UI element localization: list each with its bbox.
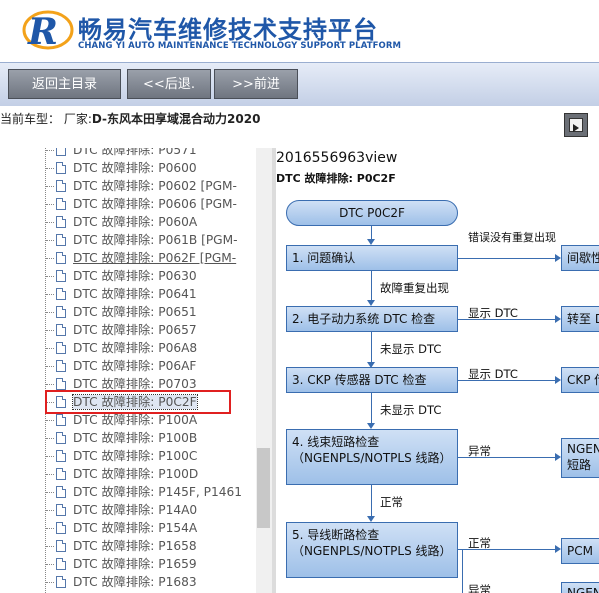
document-icon [56,414,66,426]
document-title: DTC 故障排除: P0C2F [276,172,396,185]
document-icon [56,360,66,372]
flow-side-box: 间歇性 [561,245,599,271]
panel-toggle-button[interactable] [564,113,588,137]
document-icon [56,148,66,156]
tree-item[interactable]: DTC 故障排除: P1659 [46,555,197,573]
flow-label: 异常 [468,583,491,593]
flow-label: 错误没有重复出现 [468,231,556,244]
flow-label: 异常 [468,444,491,458]
document-icon [56,576,66,588]
tree-item[interactable]: DTC 故障排除: P100D [46,465,198,483]
tree-item[interactable]: DTC 故障排除: P100C [46,447,197,465]
document-icon [56,234,66,246]
flow-step-2: 2. 电子动力系统 DTC 检查 [286,306,458,332]
tree-item[interactable]: DTC 故障排除: P061B [PGM- [46,231,238,249]
tree-item[interactable]: DTC 故障排除: P062F [PGM- [46,249,236,267]
tree-item[interactable]: DTC 故障排除: P154A [46,519,197,537]
tree-item[interactable]: DTC 故障排除: P0651 [46,303,197,321]
arrow-right-icon [569,118,583,132]
tree-item[interactable]: DTC 故障排除: P0657 [46,321,197,339]
app-subtitle: CHANG YI AUTO MAINTENANCE TECHNOLOGY SUP… [78,41,402,51]
tree-item[interactable]: DTC 故障排除: P0630 [46,267,197,285]
flow-label: 显示 DTC [468,367,518,381]
vehicle-name: D-东风本田享域混合动力2020 [91,112,261,126]
flow-step-5: 5. 导线断路检查（NGENPLS/NOTPLS 线路） [286,522,458,578]
tree-item[interactable]: DTC 故障排除: P0571 [46,148,197,159]
flow-step-3: 3. CKP 传感器 DTC 检查 [286,367,458,393]
tree-item[interactable]: DTC 故障排除: P1683 [46,573,197,591]
tree-panel: DTC 故障排除: P0571 DTC 故障排除: P0600 DTC 故障排除… [0,148,272,593]
document-icon [56,540,66,552]
scroll-thumb[interactable] [257,448,270,528]
document-icon [56,198,66,210]
flow-step-1: 1. 问题确认 [286,245,458,271]
flow-label: 未显示 DTC [380,403,442,417]
forward-button[interactable]: >>前进 [214,69,298,99]
tree-item[interactable]: DTC 故障排除: P0600 [46,159,197,177]
app-header: R 畅易汽车维修技术支持平台 CHANG YI AUTO MAINTENANCE… [0,0,599,62]
svg-text:R: R [27,11,58,52]
document-icon [56,342,66,354]
tree-item[interactable]: DTC 故障排除: P0606 [PGM- [46,195,237,213]
document-icon [56,306,66,318]
document-icon [56,216,66,228]
vehicle-bar: 当前车型： 厂家:D-东风本田享域混合动力2020 [0,106,599,148]
document-icon [56,486,66,498]
flow-label: 正常 [380,495,403,509]
flow-label: 故障重复出现 [380,281,449,295]
tree-item[interactable]: DTC 故障排除: P0641 [46,285,197,303]
current-vehicle: 当前车型： 厂家:D-东风本田享域混合动力2020 [0,110,260,127]
tree-item[interactable]: DTC 故障排除: P06A8 [46,339,197,357]
tree-item[interactable]: DTC 故障排除: P06AF [46,357,196,375]
flow-label: 显示 DTC [468,306,518,320]
document-icon [56,288,66,300]
document-icon [56,468,66,480]
flow-side-box: NGEN短路 [561,438,599,478]
document-icon [56,378,66,390]
flow-start: DTC P0C2F [286,200,458,226]
document-icon [56,270,66,282]
document-icon [56,162,66,174]
flow-side-box: 转至 D [561,306,599,332]
content-panel: 2016556963view DTC 故障排除: P0C2F DTC P0C2F… [276,148,599,593]
flow-side-box: NGEN [561,582,599,593]
document-icon [56,180,66,192]
tree-item[interactable]: DTC 故障排除: P145F, P1461 [46,483,242,501]
document-icon [56,432,66,444]
tree-item[interactable]: DTC 故障排除: P100B [46,429,197,447]
navigation-bar: 返回主目录 <<后退. >>前进 [0,62,599,106]
document-icon [56,558,66,570]
back-button[interactable]: <<后退. [127,69,211,99]
tree-item[interactable]: DTC 故障排除: P14A0 [46,501,197,519]
document-icon [56,522,66,534]
selection-highlight [45,390,231,414]
document-icon [56,450,66,462]
document-icon [56,324,66,336]
flow-side-box: PCM [561,538,599,564]
view-title: 2016556963view [276,150,398,166]
document-icon [56,504,66,516]
main-menu-button[interactable]: 返回主目录 [8,69,121,99]
flow-label: 正常 [468,536,491,550]
app-title: 畅易汽车维修技术支持平台 [78,16,378,44]
tree-scrollbar[interactable] [256,148,272,593]
tree-item[interactable]: DTC 故障排除: P0602 [PGM- [46,177,237,195]
flow-label: 未显示 DTC [380,342,442,356]
flow-step-4: 4. 线束短路检查（NGENPLS/NOTPLS 线路） [286,429,458,485]
tree-item[interactable]: DTC 故障排除: P1658 [46,537,197,555]
flow-side-box: CKP 传 [561,367,599,393]
vehicle-prefix: 当前车型： 厂家: [0,112,92,126]
tree-item[interactable]: DTC 故障排除: P060A [46,213,197,231]
logo-icon: R [22,10,74,52]
document-icon [56,252,66,264]
